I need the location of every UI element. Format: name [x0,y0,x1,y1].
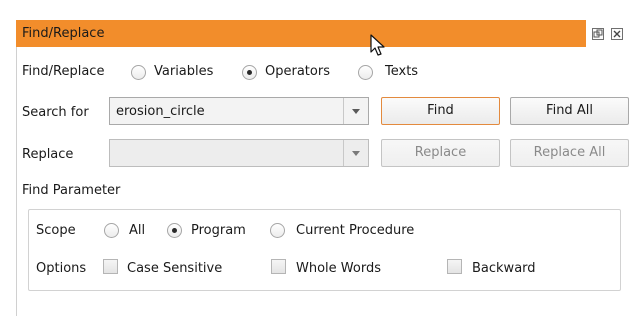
options-label: Options [36,261,87,276]
radio-texts-label[interactable]: Texts [385,64,418,79]
checkbox-case-sensitive-label[interactable]: Case Sensitive [127,261,222,276]
radio-texts[interactable] [358,65,373,80]
search-combo-value[interactable]: erosion_circle [116,104,205,119]
scope-label: Scope [36,223,76,238]
checkbox-backward-label[interactable]: Backward [472,261,536,276]
radio-operators-label[interactable]: Operators [265,64,330,79]
radio-scope-all-label[interactable]: All [129,223,145,238]
radio-scope-all[interactable] [104,223,119,238]
close-window-icon[interactable] [611,28,623,40]
replace-label: Replace [22,147,74,162]
chevron-down-icon[interactable] [343,98,368,124]
radio-scope-current-procedure-label[interactable]: Current Procedure [296,223,414,238]
find-parameter-group [28,209,621,291]
find-button[interactable]: Find [381,97,500,125]
panel-title: Find/Replace [22,26,105,41]
replace-button[interactable]: Replace [381,139,500,167]
mouse-pointer-icon [370,34,388,62]
find-parameter-heading: Find Parameter [22,183,121,198]
replace-combo[interactable] [109,139,369,167]
radio-variables[interactable] [131,65,146,80]
radio-scope-program-label[interactable]: Program [191,223,246,238]
radio-variables-label[interactable]: Variables [154,64,213,79]
panel-left-border [16,47,17,316]
checkbox-whole-words[interactable] [271,259,286,274]
replace-all-button[interactable]: Replace All [510,139,629,167]
find-all-button[interactable]: Find All [510,97,629,125]
radio-scope-current-procedure[interactable] [270,223,285,238]
radio-operators[interactable] [242,65,257,80]
find-mode-label: Find/Replace [22,64,105,79]
checkbox-backward[interactable] [447,259,462,274]
search-combo[interactable]: erosion_circle [109,97,369,125]
search-for-label: Search for [22,105,89,120]
checkbox-whole-words-label[interactable]: Whole Words [296,261,381,276]
float-window-icon[interactable] [592,28,604,40]
radio-scope-program[interactable] [167,223,182,238]
checkbox-case-sensitive[interactable] [103,259,118,274]
chevron-down-icon[interactable] [343,140,368,166]
